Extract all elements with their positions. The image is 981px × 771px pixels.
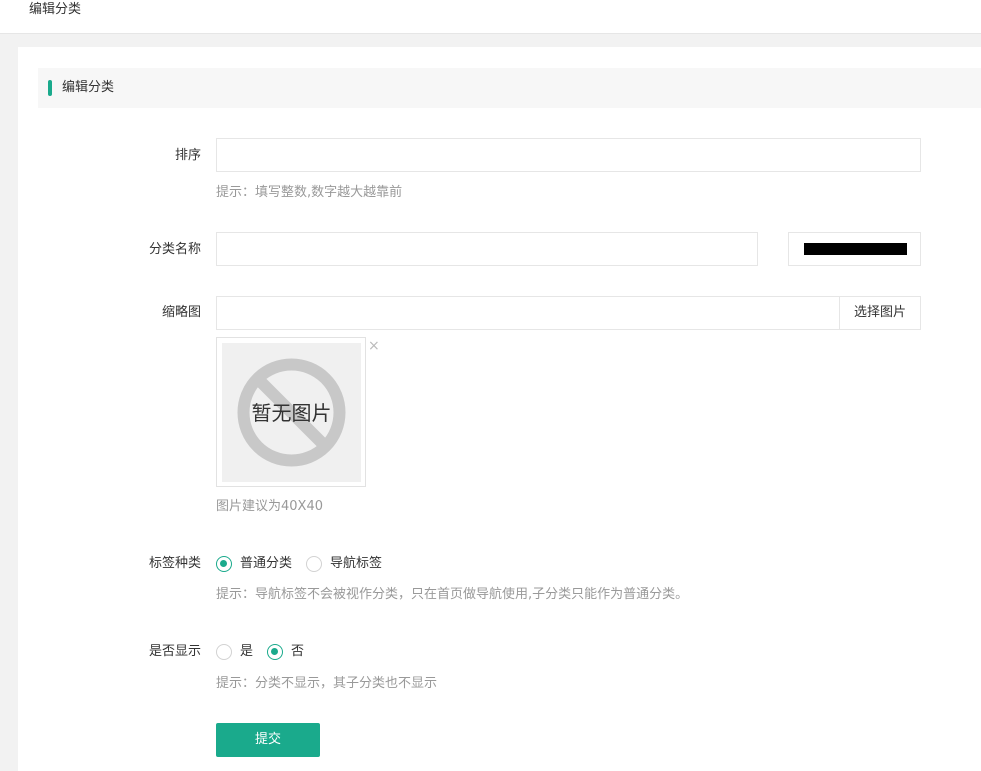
section-header: 编辑分类 xyxy=(38,68,981,108)
visible-radio-group: 是 否 xyxy=(216,644,318,660)
visible-yes-radio[interactable] xyxy=(216,644,232,660)
tag-type-tip: 提示：导航标签不会被视作分类，只在首页做导航使用,子分类只能作为普通分类。 xyxy=(216,587,689,602)
page-title: 编辑分类 xyxy=(29,2,82,17)
visible-no-radio[interactable] xyxy=(267,644,284,660)
visible-no-label[interactable]: 否 xyxy=(291,644,304,660)
sort-tip: 提示：填写整数,数字越大越靠前 xyxy=(216,185,403,200)
remove-image-icon[interactable]: × xyxy=(368,339,380,353)
visible-yes-label[interactable]: 是 xyxy=(240,644,253,660)
visible-tip: 提示：分类不显示，其子分类也不显示 xyxy=(216,676,438,691)
submit-button[interactable]: 提交 xyxy=(216,723,320,757)
visible-label: 是否显示 xyxy=(148,644,201,659)
tag-type-normal-label[interactable]: 普通分类 xyxy=(240,556,292,572)
sort-label: 排序 xyxy=(174,148,201,163)
tag-type-nav-label[interactable]: 导航标签 xyxy=(330,556,382,572)
tag-type-label: 标签种类 xyxy=(148,556,201,571)
thumbnail-label: 缩略图 xyxy=(161,305,201,320)
top-bar: 编辑分类 xyxy=(0,0,981,34)
edit-category-panel: 编辑分类 排序 提示：填写整数,数字越大越靠前 分类名称 缩略图 选择图片 暂无… xyxy=(18,47,981,771)
color-picker[interactable] xyxy=(788,232,921,266)
tag-type-radio-group: 普通分类 导航标签 xyxy=(216,556,396,572)
color-swatch xyxy=(804,243,907,255)
choose-image-button[interactable]: 选择图片 xyxy=(839,296,921,330)
tag-type-normal-radio[interactable] xyxy=(216,556,232,572)
name-input[interactable] xyxy=(216,232,758,266)
sort-input[interactable] xyxy=(216,138,921,172)
thumbnail-preview: 暂无图片 xyxy=(216,337,366,487)
thumbnail-tip: 图片建议为40X40 xyxy=(216,499,323,514)
section-title: 编辑分类 xyxy=(62,80,115,95)
thumbnail-path-input[interactable] xyxy=(216,296,840,330)
no-image-placeholder: 暂无图片 xyxy=(222,343,361,482)
section-accent-bar xyxy=(48,80,52,96)
tag-type-nav-radio[interactable] xyxy=(306,556,323,572)
no-image-text: 暂无图片 xyxy=(251,401,332,425)
name-label: 分类名称 xyxy=(148,242,201,257)
